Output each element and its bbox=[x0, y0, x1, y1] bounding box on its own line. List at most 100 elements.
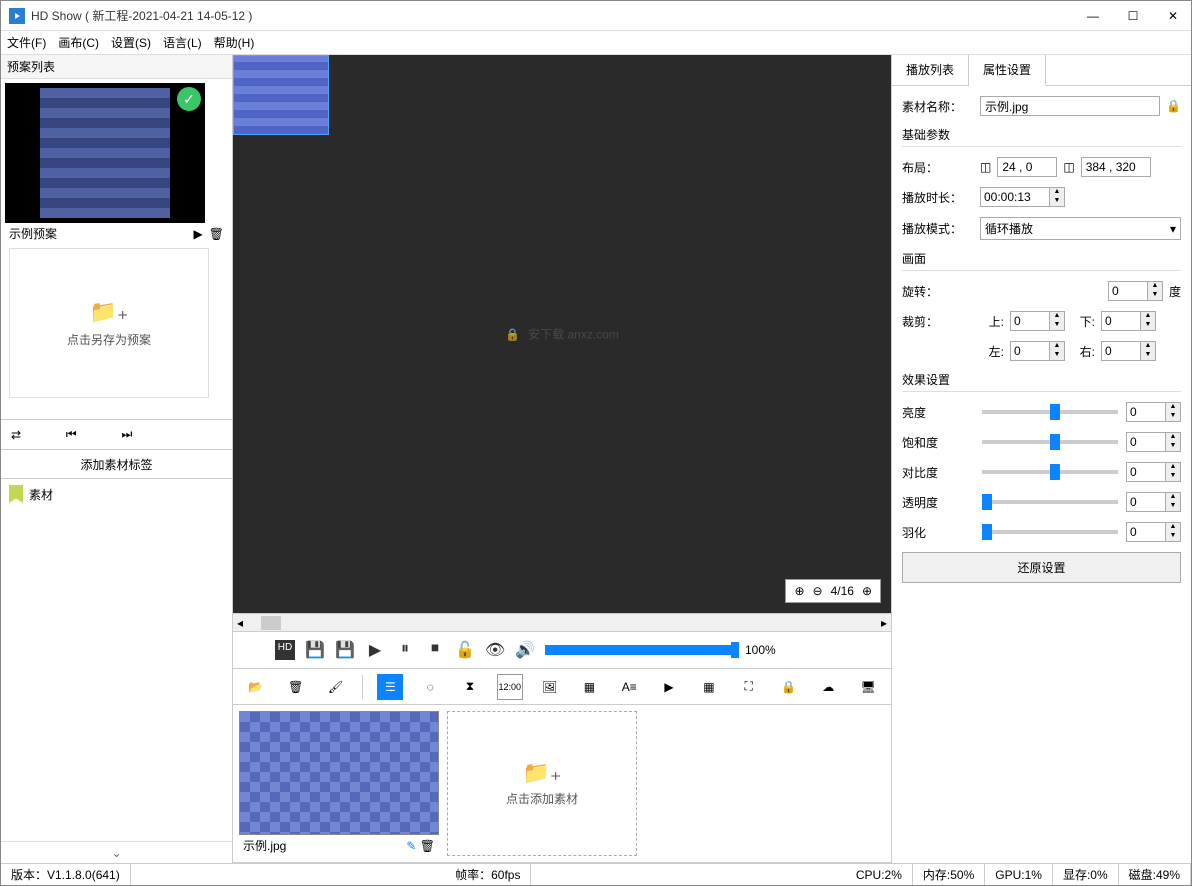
contrast-spinner[interactable]: ▲▼ bbox=[1126, 462, 1181, 482]
duration-spinner[interactable]: ▲▼ bbox=[980, 187, 1065, 207]
fullscreen-icon[interactable]: ⛶ bbox=[736, 674, 762, 700]
opacity-spinner[interactable]: ▲▼ bbox=[1126, 492, 1181, 512]
menu-language[interactable]: 语言(L) bbox=[163, 34, 202, 51]
brush-icon[interactable]: 🖌 bbox=[323, 674, 349, 700]
save-preset-label: 点击另存为预案 bbox=[67, 331, 151, 348]
preset-delete-icon[interactable]: 🗑 bbox=[209, 227, 224, 241]
brightness-spinner[interactable]: ▲▼ bbox=[1126, 402, 1181, 422]
preset-play-icon[interactable]: ▶ bbox=[194, 227, 203, 241]
folder-plus-icon: 📁₊ bbox=[89, 299, 128, 325]
material-strip: 示例.jpg ✎ 🗑 📁₊ 点击添加素材 bbox=[233, 705, 891, 863]
screen-share-icon[interactable]: 🖥 bbox=[855, 674, 881, 700]
crop-top-spinner[interactable]: ▲▼ bbox=[1010, 311, 1065, 331]
zoom-controls: ⊕ ⊖ 4/16 ⊕ bbox=[785, 579, 881, 603]
opacity-slider[interactable] bbox=[982, 500, 1118, 504]
rotate-spinner[interactable]: ▲▼ bbox=[1108, 281, 1163, 301]
video-icon[interactable]: ▶ bbox=[656, 674, 682, 700]
lock-icon[interactable]: 🔒 bbox=[776, 674, 802, 700]
open-folder-icon[interactable]: 📂 bbox=[243, 674, 269, 700]
layout-position-input[interactable] bbox=[997, 157, 1057, 177]
size-icon: ◫ bbox=[1063, 160, 1074, 174]
status-gpu: GPU:1% bbox=[985, 864, 1053, 885]
text-icon[interactable]: A≡ bbox=[616, 674, 642, 700]
status-vram: 显存:0% bbox=[1053, 864, 1119, 885]
stop-icon[interactable]: ⏹ bbox=[425, 640, 445, 660]
volume-icon[interactable]: 🔊 bbox=[515, 640, 535, 660]
crop-label: 裁剪： bbox=[902, 313, 974, 330]
shuffle-icon[interactable]: ⇄ bbox=[11, 428, 21, 442]
image-icon[interactable]: 🖼 bbox=[537, 674, 563, 700]
volume-slider[interactable] bbox=[545, 645, 735, 655]
left-panel: 预案列表 ✓ 示例预案 ▶ 🗑 📁₊ 点击另存为预案 bbox=[1, 55, 233, 863]
loading-icon[interactable]: ◌ bbox=[417, 674, 443, 700]
menu-canvas[interactable]: 画布(C) bbox=[58, 34, 99, 51]
zoom-out-icon[interactable]: ⊖ bbox=[813, 584, 823, 598]
zoom-in-icon[interactable]: ⊕ bbox=[862, 584, 872, 598]
next-icon[interactable]: ⏭ bbox=[122, 427, 133, 442]
feather-spinner[interactable]: ▲▼ bbox=[1126, 522, 1181, 542]
lock-toggle-icon[interactable]: 🔒 bbox=[1166, 99, 1181, 113]
crop-right-spinner[interactable]: ▲▼ bbox=[1101, 341, 1156, 361]
tab-properties[interactable]: 属性设置 bbox=[969, 55, 1046, 86]
tab-playlist[interactable]: 播放列表 bbox=[892, 55, 969, 85]
add-material-label: 点击添加素材 bbox=[506, 790, 578, 807]
menu-bar: 文件(F) 画布(C) 设置(S) 语言(L) 帮助(H) bbox=[1, 31, 1191, 55]
cloud-icon[interactable]: ☁ bbox=[815, 674, 841, 700]
preset-active-check-icon: ✓ bbox=[177, 87, 201, 111]
menu-file[interactable]: 文件(F) bbox=[7, 34, 46, 51]
material-thumbnail[interactable] bbox=[239, 711, 439, 835]
clock-icon[interactable]: 12:00 bbox=[497, 674, 523, 700]
layout-size-input[interactable] bbox=[1081, 157, 1151, 177]
preview-icon[interactable]: 👁 bbox=[485, 640, 505, 660]
menu-settings[interactable]: 设置(S) bbox=[111, 34, 151, 51]
play-mode-select[interactable]: 循环播放▾ bbox=[980, 217, 1181, 240]
reset-button[interactable]: 还原设置 bbox=[902, 552, 1181, 583]
menu-help[interactable]: 帮助(H) bbox=[214, 34, 255, 51]
zoom-fit-icon[interactable]: ⊕ bbox=[794, 584, 804, 598]
window-title: HD Show ( 新工程-2021-04-21 14-05-12 ) bbox=[31, 7, 1083, 24]
folder-plus-icon: 📁₊ bbox=[522, 760, 561, 786]
crop-left-spinner[interactable]: ▲▼ bbox=[1010, 341, 1065, 361]
collapse-chevron-icon[interactable]: ⌄ bbox=[1, 841, 232, 863]
duration-label: 播放时长： bbox=[902, 189, 974, 206]
brightness-slider[interactable] bbox=[982, 410, 1118, 414]
hourglass-icon[interactable]: ⧗ bbox=[457, 674, 483, 700]
saturation-slider[interactable] bbox=[982, 440, 1118, 444]
save-as-icon[interactable]: 💾 bbox=[335, 640, 355, 660]
grid-icon[interactable]: ▦ bbox=[696, 674, 722, 700]
hd-icon[interactable]: HD bbox=[275, 640, 295, 660]
play-icon[interactable]: ▶ bbox=[365, 640, 385, 660]
canvas-area[interactable]: 🔒安下载 anxz.com ⊕ ⊖ 4/16 ⊕ bbox=[233, 55, 891, 613]
layers-icon[interactable]: ☰ bbox=[377, 674, 403, 700]
contrast-slider[interactable] bbox=[982, 470, 1118, 474]
material-item[interactable]: 示例.jpg ✎ 🗑 bbox=[239, 711, 439, 856]
preset-item[interactable]: ✓ 示例预案 ▶ 🗑 bbox=[5, 83, 228, 244]
unlock-icon[interactable]: 🔓 bbox=[455, 640, 475, 660]
watermark: 🔒安下载 anxz.com bbox=[505, 326, 619, 343]
minimize-button[interactable]: — bbox=[1083, 9, 1103, 23]
add-material-label-button[interactable]: 添加素材标签 bbox=[1, 449, 232, 479]
horizontal-scrollbar[interactable]: ◂▸ bbox=[233, 613, 891, 631]
delete-material-icon[interactable]: 🗑 bbox=[420, 839, 435, 853]
placed-material[interactable] bbox=[233, 55, 329, 135]
slideshow-icon[interactable]: ▦ bbox=[577, 674, 603, 700]
status-cpu: CPU:2% bbox=[846, 864, 913, 885]
maximize-button[interactable]: ☐ bbox=[1123, 9, 1143, 23]
feather-slider[interactable] bbox=[982, 530, 1118, 534]
edit-icon[interactable]: ✎ bbox=[406, 839, 416, 853]
app-logo-icon bbox=[9, 8, 25, 24]
trash-icon[interactable]: 🗑 bbox=[283, 674, 309, 700]
crop-bottom-spinner[interactable]: ▲▼ bbox=[1101, 311, 1156, 331]
save-as-preset-button[interactable]: 📁₊ 点击另存为预案 bbox=[9, 248, 209, 398]
pause-icon[interactable]: ⏸ bbox=[395, 640, 415, 660]
saturation-spinner[interactable]: ▲▼ bbox=[1126, 432, 1181, 452]
contrast-label: 对比度 bbox=[902, 464, 974, 481]
save-icon[interactable]: 💾 bbox=[305, 640, 325, 660]
saturation-label: 饱和度 bbox=[902, 434, 974, 451]
preset-thumbnail[interactable]: ✓ bbox=[5, 83, 205, 223]
add-material-button[interactable]: 📁₊ 点击添加素材 bbox=[447, 711, 637, 856]
material-name-input[interactable] bbox=[980, 96, 1160, 116]
close-button[interactable]: ✕ bbox=[1163, 9, 1183, 23]
material-tab[interactable]: 素材 bbox=[1, 479, 232, 509]
prev-icon[interactable]: ⏮ bbox=[66, 427, 77, 442]
